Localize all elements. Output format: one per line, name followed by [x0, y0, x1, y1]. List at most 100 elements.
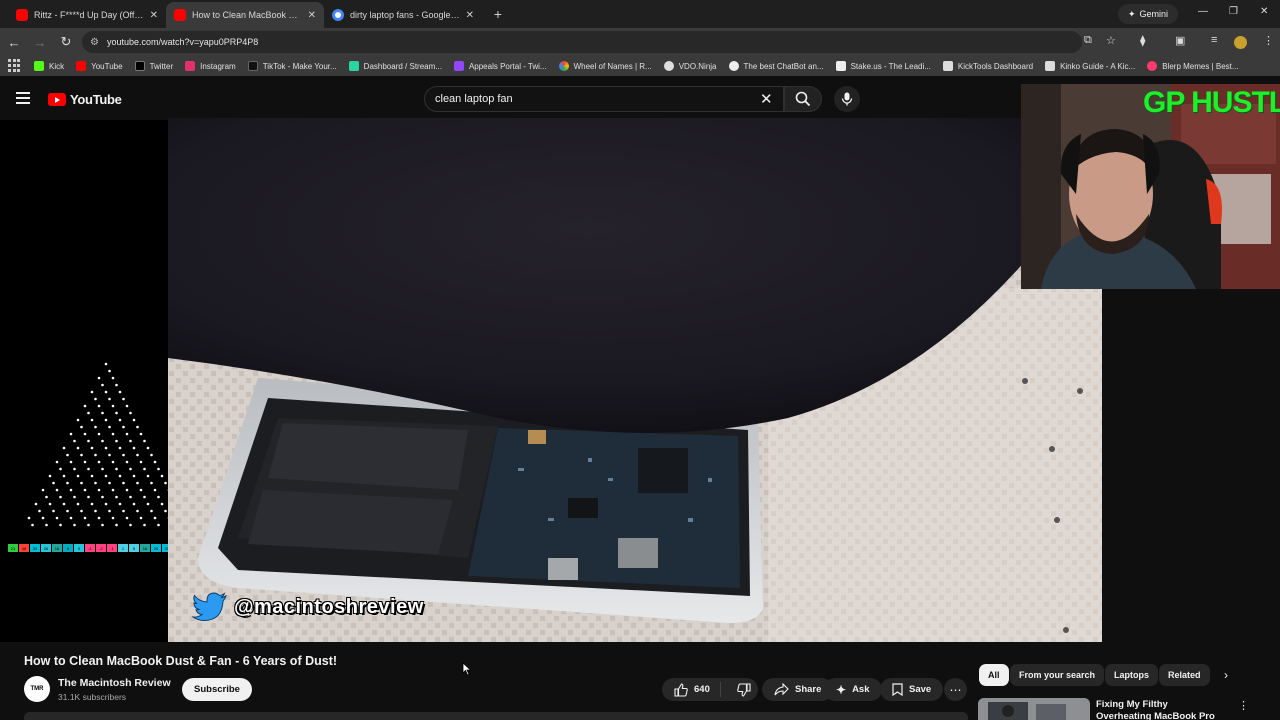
hamburger-menu-icon[interactable] — [16, 92, 30, 104]
voice-search-button[interactable] — [834, 86, 860, 112]
bookmark-wheel[interactable]: Wheel of Names | R... — [558, 61, 652, 71]
bookmark-star-icon[interactable]: ☆ — [1106, 34, 1116, 47]
url-input[interactable]: ⚙ youtube.com/watch?v=yapu0PRP4P8 — [82, 31, 1082, 53]
dot — [122, 509, 125, 513]
bookmark-appeals[interactable]: Appeals Portal - Twi... — [453, 61, 547, 71]
video-frame — [168, 118, 1102, 642]
site-info-icon[interactable]: ⚙ — [90, 37, 99, 48]
chip-all[interactable]: All — [979, 664, 1009, 686]
more-vertical-icon[interactable]: ⋮ — [1238, 699, 1249, 712]
chat-counter: 5 — [129, 544, 139, 552]
thumbs-down-icon — [737, 682, 751, 697]
share-button[interactable]: Share — [762, 678, 834, 701]
apps-grid-icon[interactable] — [8, 59, 22, 73]
back-icon[interactable]: ← — [2, 30, 26, 54]
dot — [118, 502, 122, 506]
ask-button[interactable]: ✦ Ask — [824, 678, 882, 701]
search-button[interactable] — [784, 86, 822, 112]
dot — [38, 509, 41, 513]
dot — [73, 523, 76, 527]
video-player[interactable]: @macintoshreview — [168, 118, 1102, 642]
bookmark-dashboard[interactable]: Dashboard / Stream... — [348, 61, 442, 71]
dot — [132, 418, 136, 422]
restore-icon[interactable]: ❐ — [1229, 6, 1238, 17]
dot — [143, 495, 146, 499]
channel-avatar[interactable]: TMR — [24, 676, 50, 702]
close-window-icon[interactable]: ✕ — [1260, 6, 1268, 17]
chip-laptops[interactable]: Laptops — [1105, 664, 1158, 686]
thumbs-up-icon — [674, 682, 688, 697]
dot — [80, 481, 83, 485]
chat-counter: 35 — [30, 544, 40, 552]
bookmark-kick[interactable]: Kick — [34, 61, 64, 71]
bookmark-vdo[interactable]: VDO.Ninja — [663, 61, 717, 71]
clear-search-icon[interactable]: ✕ — [760, 90, 773, 108]
youtube-logo-text: YouTube — [70, 92, 122, 107]
bookmark-twitter[interactable]: Twitter — [134, 61, 173, 71]
subscribe-button[interactable]: Subscribe — [182, 678, 252, 701]
search-input[interactable]: clean laptop fan — [424, 86, 784, 112]
dot — [132, 502, 136, 506]
split-view-icon[interactable]: ▣ — [1175, 34, 1185, 47]
dot — [111, 404, 115, 408]
dot — [66, 509, 69, 513]
dot — [69, 516, 73, 520]
dot — [94, 453, 97, 457]
recommended-video-thumbnail[interactable] — [978, 698, 1090, 720]
minimize-icon[interactable]: — — [1198, 6, 1208, 17]
bookmark-stake[interactable]: Stake.us - The Leadi... — [835, 61, 931, 71]
close-tab-icon[interactable]: ✕ — [466, 10, 474, 21]
chevron-right-icon[interactable]: › — [1224, 668, 1228, 682]
bookmark-tiktok[interactable]: TikTok - Make Your... — [247, 61, 337, 71]
chat-counter: 26 — [41, 544, 51, 552]
bookmark-youtube[interactable]: YouTube — [76, 61, 123, 71]
new-tab-button[interactable]: + — [486, 2, 510, 26]
menu-kebab-icon[interactable]: ⋮ — [1263, 34, 1274, 47]
instagram-icon — [185, 61, 196, 71]
gemini-button[interactable]: ✦ Gemini — [1118, 4, 1179, 24]
bookmark-instagram[interactable]: Instagram — [185, 61, 236, 71]
browser-tab[interactable]: dirty laptop fans - Google Sear ✕ — [324, 2, 482, 28]
channel-name[interactable]: The Macintosh Review — [58, 677, 171, 689]
description-box[interactable] — [24, 712, 968, 720]
like-button[interactable]: 640 — [662, 682, 721, 697]
dot — [108, 453, 111, 457]
share-icon — [774, 683, 789, 696]
dot — [153, 460, 157, 464]
close-tab-icon[interactable]: ✕ — [308, 10, 316, 21]
bookmark-kinko[interactable]: Kinko Guide - A Kic... — [1045, 61, 1135, 71]
bookmark-kicktools[interactable]: KickTools Dashboard — [942, 61, 1033, 71]
more-actions-button[interactable]: ⋯ — [944, 678, 967, 701]
dot — [55, 488, 59, 492]
browser-tab[interactable]: Rittz - F****d Up Day (Official M ✕ — [8, 2, 166, 28]
close-tab-icon[interactable]: ✕ — [150, 10, 158, 21]
dot — [52, 509, 55, 513]
dot — [118, 390, 122, 394]
reload-icon[interactable]: ↻ — [54, 30, 78, 54]
extensions-icon[interactable]: ⧫ — [1140, 34, 1145, 47]
url-text: youtube.com/watch?v=yapu0PRP4P8 — [106, 37, 259, 47]
profile-avatar[interactable] — [1234, 36, 1247, 49]
dot — [69, 488, 73, 492]
chip-related[interactable]: Related — [1159, 664, 1210, 686]
dot — [97, 376, 101, 380]
bookmark-blerp[interactable]: Blerp Memes | Best... — [1147, 61, 1239, 71]
save-button[interactable]: Save — [880, 678, 944, 701]
forward-icon[interactable]: → — [28, 30, 52, 54]
browser-tab-bar: Rittz - F****d Up Day (Official M ✕ How … — [0, 0, 1280, 28]
twitch-icon — [453, 61, 464, 71]
cast-icon[interactable]: ⧉ — [1084, 34, 1092, 47]
dislike-button[interactable] — [727, 682, 761, 697]
youtube-logo[interactable]: YouTube — [48, 92, 122, 107]
browser-tab-active[interactable]: How to Clean MacBook Dust & ✕ — [166, 2, 324, 28]
dot — [76, 418, 80, 422]
recommended-video-title[interactable]: Fixing My Filthy Overheating MacBook Pro — [1096, 699, 1220, 720]
media-icon[interactable]: ≡ — [1211, 34, 1217, 46]
bookmark-chatbot[interactable]: The best ChatBot an... — [728, 61, 824, 71]
chat-counter: 16 — [52, 544, 62, 552]
like-dislike-group: 640 — [662, 678, 758, 701]
dot — [59, 495, 62, 499]
dot — [129, 523, 132, 527]
chip-from-your-search[interactable]: From your search — [1010, 664, 1105, 686]
dot — [157, 495, 160, 499]
